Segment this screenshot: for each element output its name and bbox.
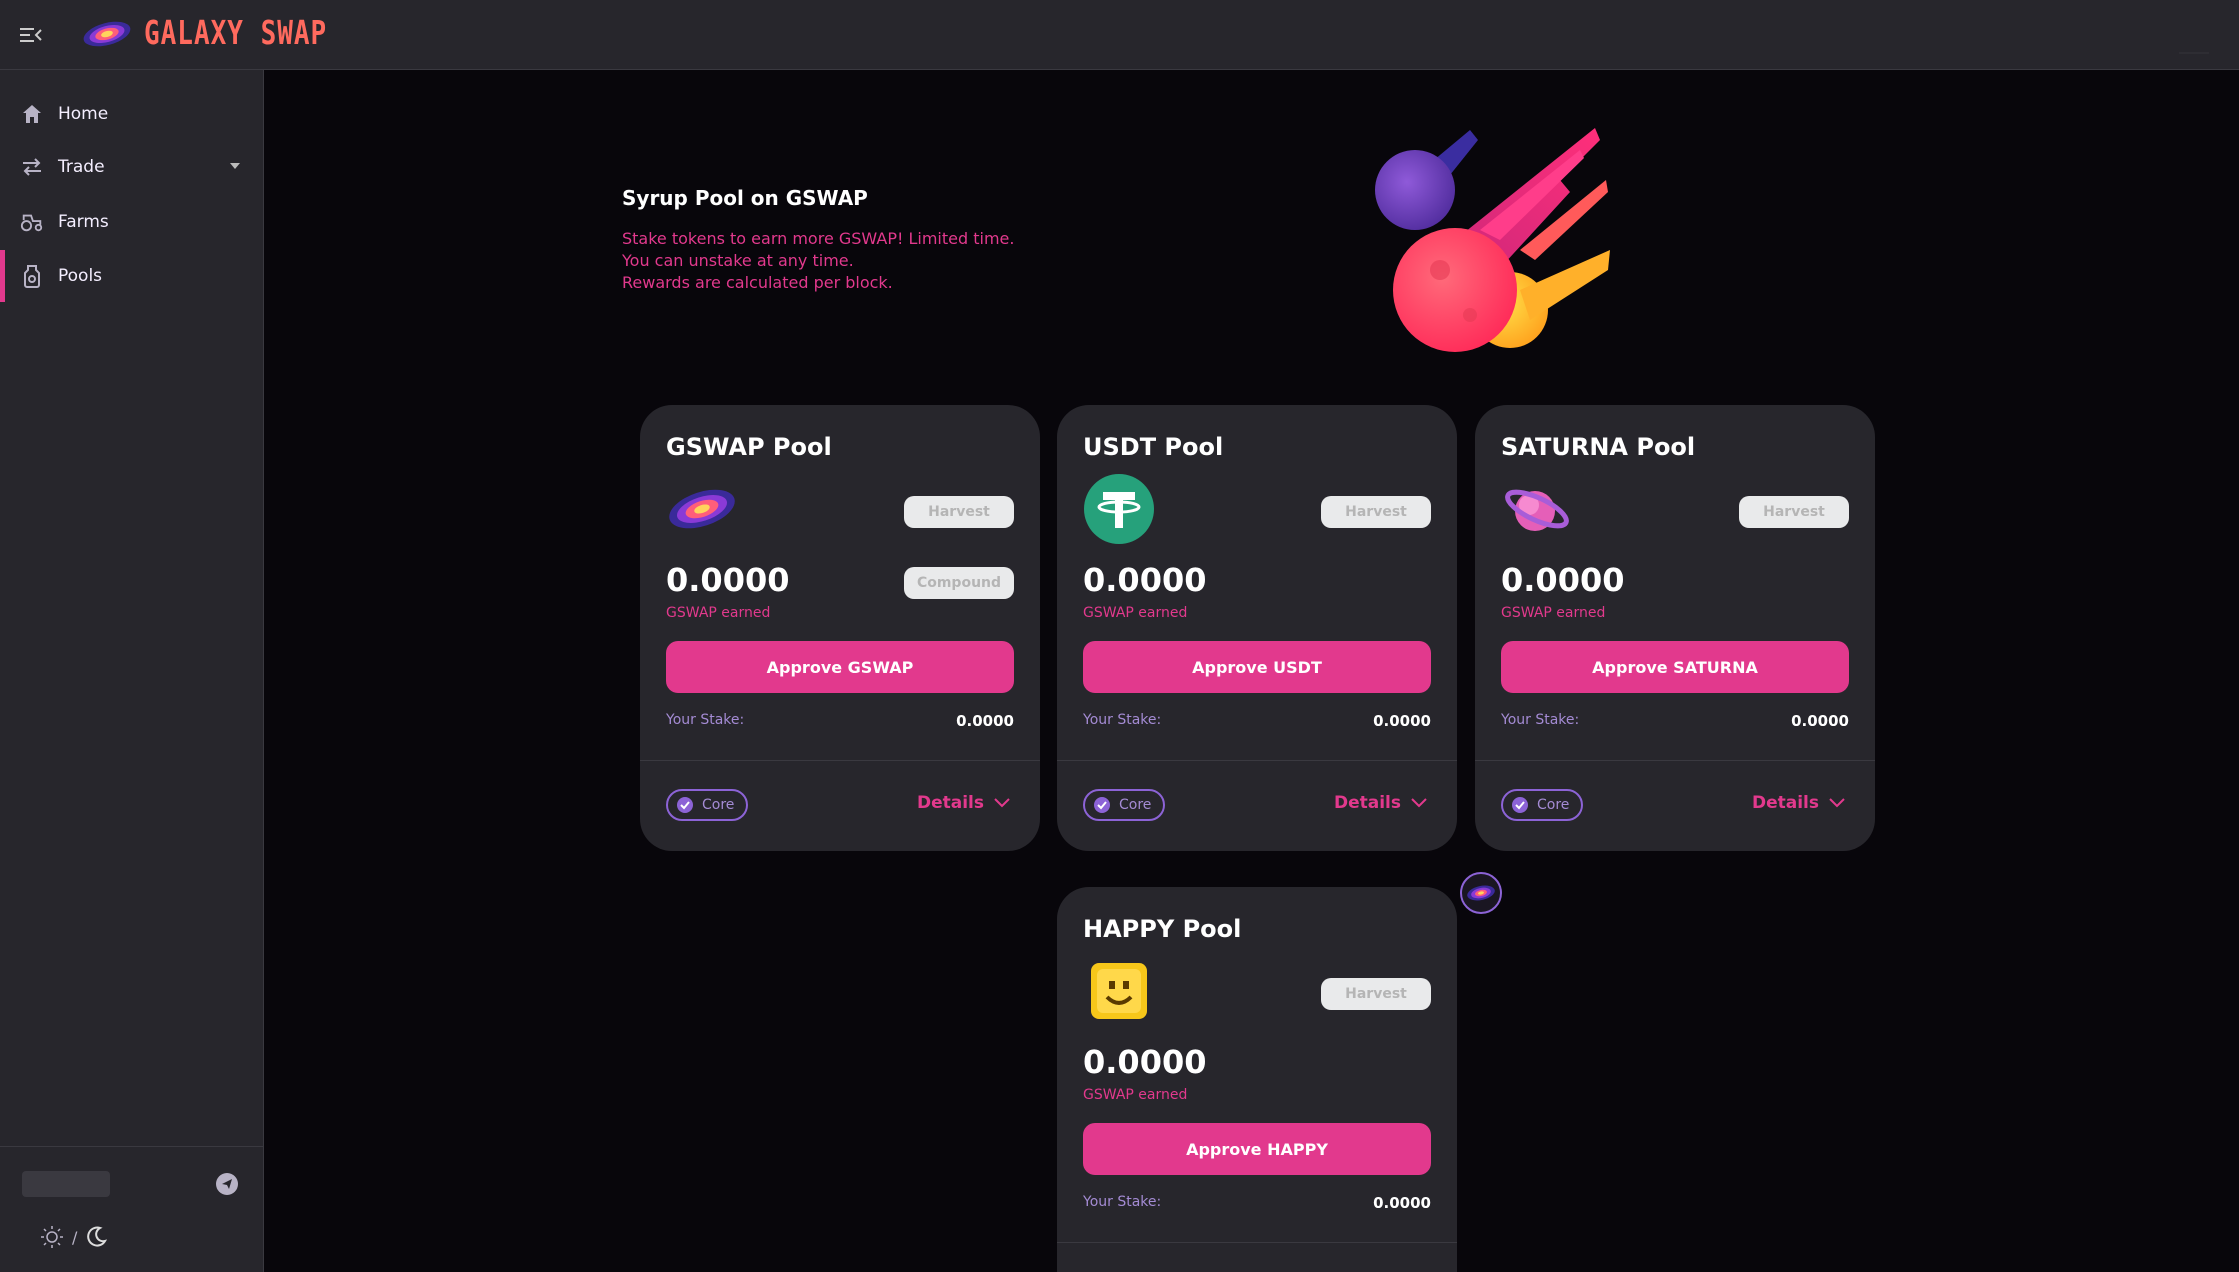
happy-token-icon xyxy=(1091,963,1147,1019)
chevron-down-icon[interactable] xyxy=(230,163,240,169)
card-divider xyxy=(1475,760,1875,761)
telegram-icon[interactable] xyxy=(216,1173,238,1195)
usdt-token-icon xyxy=(1084,474,1154,544)
earned-label: GSWAP earned xyxy=(666,605,771,621)
approve-button[interactable]: Approve GSWAP xyxy=(666,641,1014,693)
earned-amount: 0.0000 xyxy=(1083,1043,1207,1081)
stake-value: 0.0000 xyxy=(1373,712,1431,730)
sidebar-footer: / xyxy=(0,1146,264,1272)
description-line: Rewards are calculated per block. xyxy=(622,273,893,292)
theme-toggle[interactable]: / xyxy=(40,1225,108,1249)
moon-icon xyxy=(87,1226,108,1247)
core-badge: Core xyxy=(1501,789,1584,821)
details-toggle[interactable]: Details xyxy=(917,793,1010,813)
harvest-button[interactable]: Harvest xyxy=(1321,496,1431,528)
harvest-button[interactable]: Harvest xyxy=(904,496,1014,528)
card-divider xyxy=(640,760,1040,761)
pool-card-gswap: GSWAP Pool Harvest Compound 0.0000 GSWAP… xyxy=(640,405,1040,851)
logo[interactable]: GALAXY SWAP xyxy=(82,14,327,54)
harvest-button[interactable]: Harvest xyxy=(1321,978,1431,1010)
core-badge-label: Core xyxy=(1537,797,1570,813)
sidebar-item-label: Home xyxy=(58,104,109,124)
pool-card-saturna: SATURNA Pool Harvest 0.0000 GSWAP earned… xyxy=(1475,405,1875,851)
verified-icon xyxy=(1512,797,1528,813)
core-badge: Core xyxy=(1083,789,1166,821)
core-badge: Core xyxy=(666,789,749,821)
sun-icon xyxy=(41,1226,63,1248)
details-label: Details xyxy=(916,793,984,813)
tractor-icon xyxy=(20,210,44,234)
details-label: Details xyxy=(1333,793,1401,813)
pool-title: GSWAP Pool xyxy=(666,433,832,461)
gswap-token-icon xyxy=(669,489,735,529)
stake-label: Your Stake: xyxy=(1501,712,1580,728)
card-divider xyxy=(1057,760,1457,761)
description-line: Stake tokens to earn more GSWAP! Limited… xyxy=(622,229,1015,248)
logo-text: GALAXY SWAP xyxy=(144,15,328,53)
chevron-down-icon xyxy=(1411,798,1427,808)
earned-label: GSWAP earned xyxy=(1083,1087,1188,1103)
home-icon xyxy=(20,102,44,126)
core-badge-label: Core xyxy=(1119,797,1152,813)
stake-value: 0.0000 xyxy=(956,712,1014,730)
sidebar-item-pools[interactable]: Pools xyxy=(0,250,264,302)
active-indicator xyxy=(0,250,5,302)
earned-amount: 0.0000 xyxy=(666,561,790,599)
saturna-token-icon xyxy=(1505,489,1569,531)
pool-icon xyxy=(20,264,44,288)
compound-button[interactable]: Compound xyxy=(904,567,1014,599)
earned-amount: 0.0000 xyxy=(1501,561,1625,599)
approve-button[interactable]: Approve SATURNA xyxy=(1501,641,1849,693)
pool-title: HAPPY Pool xyxy=(1083,915,1242,943)
description-line: You can unstake at any time. xyxy=(622,251,854,270)
page-description: Stake tokens to earn more GSWAP! Limited… xyxy=(622,228,1014,294)
top-header: GALAXY SWAP xyxy=(0,0,2239,70)
galaxy-logo-icon xyxy=(83,21,131,47)
sidebar-item-label: Farms xyxy=(58,212,109,232)
token-price-placeholder xyxy=(22,1171,110,1197)
stake-value: 0.0000 xyxy=(1373,1194,1431,1212)
chevron-down-icon xyxy=(1829,798,1845,808)
earned-amount: 0.0000 xyxy=(1083,561,1207,599)
approve-button[interactable]: Approve HAPPY xyxy=(1083,1123,1431,1175)
verified-icon xyxy=(1094,797,1110,813)
details-toggle[interactable]: Details xyxy=(1334,793,1427,813)
menu-collapse-icon[interactable] xyxy=(18,22,44,48)
chevron-down-icon xyxy=(994,798,1010,808)
swap-icon xyxy=(20,155,44,179)
pool-title: USDT Pool xyxy=(1083,433,1224,461)
stake-label: Your Stake: xyxy=(1083,712,1162,728)
details-label: Details xyxy=(1751,793,1819,813)
theme-separator: / xyxy=(72,1227,78,1247)
sidebar-item-farms[interactable]: Farms xyxy=(0,196,264,248)
pool-card-usdt: USDT Pool Harvest 0.0000 GSWAP earned Ap… xyxy=(1057,405,1457,851)
gswap-floating-icon[interactable] xyxy=(1460,872,1502,914)
harvest-button[interactable]: Harvest xyxy=(1739,496,1849,528)
page-title: Syrup Pool on GSWAP xyxy=(622,186,868,210)
stake-value: 0.0000 xyxy=(1791,712,1849,730)
pool-title: SATURNA Pool xyxy=(1501,433,1696,461)
sidebar-item-label: Pools xyxy=(58,266,103,286)
header-divider xyxy=(2179,52,2209,54)
verified-icon xyxy=(677,797,693,813)
sidebar: Home Trade Farms Pools / xyxy=(0,70,264,1272)
core-badge-label: Core xyxy=(702,797,735,813)
stake-label: Your Stake: xyxy=(1083,1194,1162,1210)
details-toggle[interactable]: Details xyxy=(1752,793,1845,813)
earned-label: GSWAP earned xyxy=(1083,605,1188,621)
sidebar-item-label: Trade xyxy=(58,157,105,177)
sidebar-item-trade[interactable]: Trade xyxy=(0,141,264,193)
stake-label: Your Stake: xyxy=(666,712,745,728)
pool-card-happy: HAPPY Pool Harvest 0.0000 GSWAP earned A… xyxy=(1057,887,1457,1272)
card-divider xyxy=(1057,1242,1457,1243)
sidebar-item-home[interactable]: Home xyxy=(0,88,264,140)
comet-planets-illustration xyxy=(1375,128,1610,352)
approve-button[interactable]: Approve USDT xyxy=(1083,641,1431,693)
earned-label: GSWAP earned xyxy=(1501,605,1606,621)
